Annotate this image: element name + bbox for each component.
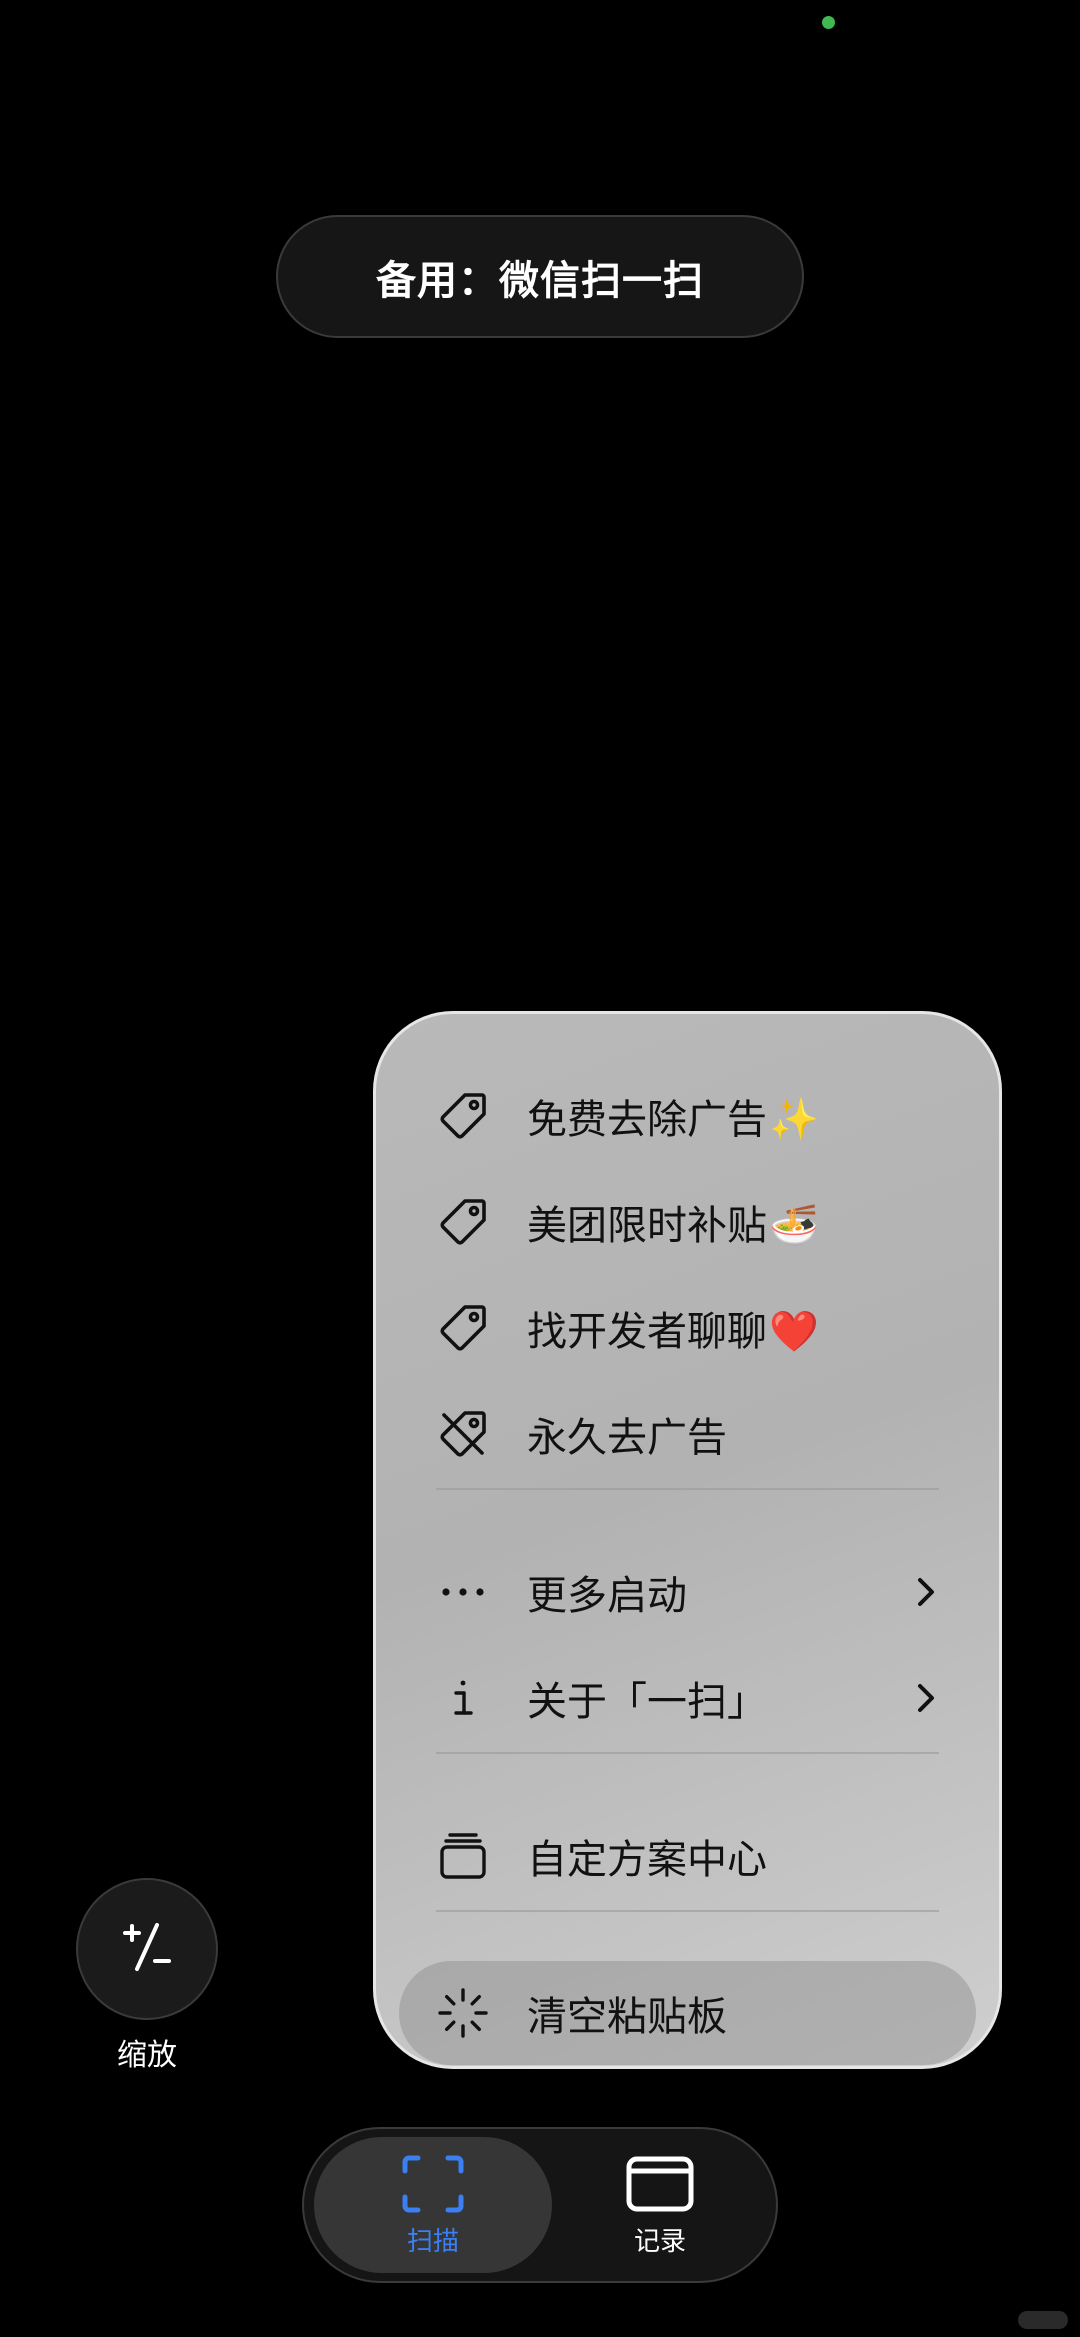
fallback-scan-banner[interactable]: 备用：微信扫一扫 xyxy=(276,215,804,338)
menu-item-custom-plan-center[interactable]: 自定方案中心 xyxy=(376,1808,999,1904)
stack-icon xyxy=(436,1829,490,1883)
tag-icon xyxy=(436,1301,490,1355)
menu-item-meituan-subsidy[interactable]: 美团限时补贴🍜 xyxy=(376,1174,999,1270)
menu-item-remove-ads-free[interactable]: 免费去除广告✨ xyxy=(376,1068,999,1164)
tag-slash-icon xyxy=(436,1407,490,1461)
tag-icon xyxy=(436,1195,490,1249)
menu-item-label: 永久去广告 xyxy=(527,1415,727,1461)
menu-item-label: 关于「一扫」 xyxy=(527,1679,767,1725)
menu-item-clear-clipboard[interactable]: 清空粘贴板 xyxy=(376,1961,999,2065)
heart-emoji: ❤️ xyxy=(769,1309,819,1355)
tab-label: 记录 xyxy=(633,2226,686,2257)
zoom-label: 缩放 xyxy=(117,2038,177,2073)
screen: 备用：微信扫一扫 免费去除广告✨ 美团限时补贴🍜 找开发者聊聊❤️ 永久去广告 … xyxy=(0,0,1080,2337)
tab-scan[interactable]: 扫描 xyxy=(314,2137,552,2273)
menu-item-label: 更多启动 xyxy=(527,1573,687,1619)
scan-frame-icon xyxy=(398,2153,468,2215)
sparkles-emoji: ✨ xyxy=(769,1097,819,1143)
plus-minus-icon xyxy=(117,1917,177,1981)
menu-item-label: 清空粘贴板 xyxy=(527,1994,727,2040)
menu-item-label: 美团限时补贴🍜 xyxy=(527,1203,819,1249)
chevron-right-icon xyxy=(911,1678,941,1718)
spinner-icon xyxy=(436,1986,490,2040)
tab-history[interactable]: 记录 xyxy=(552,2137,768,2273)
info-icon xyxy=(436,1671,490,1725)
ellipsis-icon xyxy=(436,1565,490,1619)
menu-divider xyxy=(436,1752,939,1754)
menu-item-about[interactable]: 关于「一扫」 xyxy=(376,1650,999,1746)
bottom-tab-bar: 扫描 记录 xyxy=(302,2127,778,2283)
camera-indicator-dot xyxy=(822,16,835,29)
menu-item-chat-developer[interactable]: 找开发者聊聊❤️ xyxy=(376,1280,999,1376)
menu-divider xyxy=(436,1488,939,1490)
menu-divider xyxy=(436,1910,939,1912)
watermark xyxy=(1018,2311,1068,2329)
chevron-right-icon xyxy=(911,1572,941,1612)
menu-item-label: 自定方案中心 xyxy=(527,1837,767,1883)
banner-text: 备用：微信扫一扫 xyxy=(376,257,704,304)
window-icon xyxy=(625,2153,695,2215)
zoom-button[interactable] xyxy=(76,1878,218,2020)
menu-item-label: 免费去除广告✨ xyxy=(527,1097,819,1143)
noodles-emoji: 🍜 xyxy=(769,1203,819,1249)
menu-item-label: 找开发者聊聊❤️ xyxy=(527,1309,819,1355)
context-menu: 免费去除广告✨ 美团限时补贴🍜 找开发者聊聊❤️ 永久去广告 更多启动 关于「一… xyxy=(373,1011,1002,2069)
tab-label: 扫描 xyxy=(406,2226,459,2257)
menu-item-more-launch[interactable]: 更多启动 xyxy=(376,1544,999,1640)
menu-item-remove-ads-permanent[interactable]: 永久去广告 xyxy=(376,1386,999,1482)
tag-icon xyxy=(436,1089,490,1143)
